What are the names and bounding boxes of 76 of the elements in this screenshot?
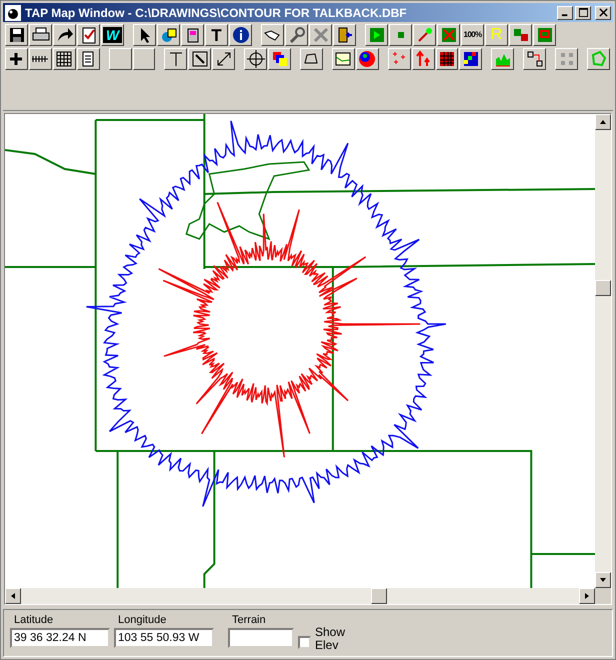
toolbar-button[interactable] bbox=[555, 48, 578, 70]
scroll-thumb[interactable] bbox=[595, 280, 611, 296]
toolbar-button[interactable] bbox=[229, 24, 252, 46]
toolbar-button[interactable] bbox=[309, 24, 332, 46]
toolbar-button[interactable] bbox=[132, 48, 156, 70]
toolbar-button[interactable] bbox=[108, 48, 132, 70]
toolbar-button[interactable] bbox=[52, 48, 76, 70]
toolbar-button[interactable]: 100% bbox=[461, 24, 484, 46]
toolbar-button[interactable] bbox=[365, 24, 388, 46]
toolbar-button[interactable] bbox=[133, 24, 156, 46]
toolbar-button[interactable] bbox=[164, 48, 188, 70]
toolbar-button[interactable] bbox=[29, 24, 52, 46]
toolbar-button[interactable] bbox=[157, 24, 180, 46]
zoom-percent-icon: 100% bbox=[463, 31, 482, 39]
checkbox-label: Elev bbox=[315, 639, 340, 652]
grid-arrow-icon bbox=[524, 49, 545, 69]
pencil-box-icon bbox=[190, 49, 210, 69]
input-field[interactable]: 103 55 50.93 W bbox=[114, 628, 214, 648]
right-arrow-icon bbox=[583, 592, 591, 600]
toolbar-button[interactable] bbox=[188, 48, 212, 70]
toolbar-button[interactable] bbox=[356, 48, 379, 70]
field-label: Longitude bbox=[117, 614, 168, 626]
toolbar-button[interactable] bbox=[5, 48, 28, 70]
input-field[interactable]: 39 36 32.24 N bbox=[10, 628, 110, 648]
toolbar-button[interactable] bbox=[413, 24, 436, 46]
down-arrow-icon bbox=[599, 576, 607, 584]
toolbar-button[interactable] bbox=[268, 48, 291, 70]
toolbar-button[interactable] bbox=[533, 24, 556, 46]
toolbar-button[interactable] bbox=[491, 48, 514, 70]
toolbar-button[interactable] bbox=[77, 24, 100, 46]
checkbox[interactable] bbox=[298, 636, 311, 648]
toolbar-button[interactable] bbox=[523, 48, 546, 70]
toolbar-button[interactable] bbox=[244, 48, 268, 70]
close-button[interactable] bbox=[595, 6, 611, 20]
toolbar-button[interactable] bbox=[587, 48, 610, 70]
vertical-scrollbar[interactable] bbox=[595, 114, 611, 588]
toolbar-button[interactable]: T bbox=[205, 24, 228, 46]
toolbar-button[interactable] bbox=[181, 24, 204, 46]
toolbar-button[interactable] bbox=[332, 48, 355, 70]
toolbar-button[interactable] bbox=[509, 24, 532, 46]
app-icon bbox=[5, 4, 21, 20]
grid-icon bbox=[54, 49, 74, 69]
toolbar-button[interactable] bbox=[285, 24, 308, 46]
colored-ball-icon bbox=[357, 49, 378, 69]
small-square-icon bbox=[398, 32, 404, 38]
up-arrow-icon bbox=[599, 118, 607, 126]
checkbox-label: Show bbox=[315, 626, 346, 639]
toolbar-button[interactable] bbox=[28, 48, 52, 70]
toolbar-button[interactable] bbox=[76, 48, 100, 70]
maximize-icon bbox=[578, 8, 588, 17]
toolbar-button[interactable] bbox=[53, 24, 76, 46]
toolbar-button[interactable] bbox=[436, 48, 458, 70]
toolbar-button[interactable] bbox=[333, 24, 356, 46]
toolbar-button[interactable] bbox=[388, 48, 411, 70]
scroll-thumb[interactable] bbox=[371, 588, 387, 604]
toolbar-button[interactable] bbox=[261, 24, 284, 46]
close-icon bbox=[598, 8, 608, 17]
r-label-icon: R bbox=[490, 27, 502, 43]
left-arrow-icon bbox=[9, 592, 17, 600]
toolbar-button[interactable] bbox=[212, 48, 236, 70]
minimize-button[interactable] bbox=[557, 6, 573, 20]
crosshair-icon bbox=[246, 49, 266, 69]
field-label: Latitude bbox=[13, 614, 54, 626]
toolbar-button[interactable] bbox=[300, 48, 323, 70]
toolbar-button[interactable] bbox=[5, 24, 28, 46]
maximize-button[interactable] bbox=[575, 6, 591, 20]
input-field[interactable] bbox=[228, 628, 294, 648]
field-label: Terrain bbox=[231, 614, 267, 626]
text-tool-icon: T bbox=[211, 26, 222, 44]
toolbar-button[interactable] bbox=[459, 48, 482, 70]
toolbar-button[interactable] bbox=[437, 24, 460, 46]
window-title: TAP Map Window - C:\DRAWINGS\CONTOUR FOR TALKBACK.DBF bbox=[25, 6, 408, 20]
toolbar-button[interactable] bbox=[389, 24, 412, 46]
info-icon bbox=[230, 25, 250, 45]
horizontal-scrollbar[interactable] bbox=[5, 588, 595, 604]
toolbar-button[interactable] bbox=[412, 48, 434, 70]
